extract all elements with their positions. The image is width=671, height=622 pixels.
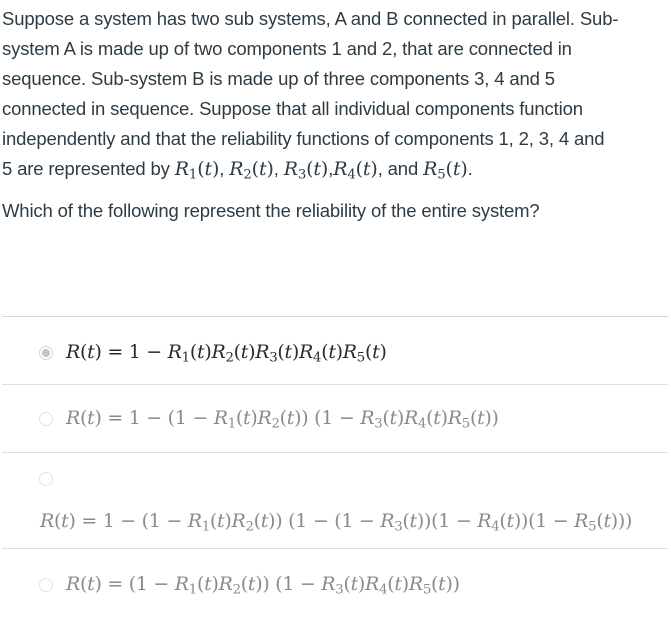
radio-button-selected[interactable] (39, 346, 53, 360)
question-line: 5 are represented by (2, 158, 175, 179)
answer-formula[interactable]: R(t) = 1 − (1 − R1(t)R2(t)) (1 − R3(t)R4… (66, 407, 499, 430)
question-line: Suppose a system has two sub systems, A … (2, 8, 619, 29)
question-line: independently and that the reliability f… (2, 128, 605, 149)
answer-formula[interactable]: R(t) = 1 − (1 − R1(t)R2(t)) (1 − (1 − R3… (40, 510, 632, 533)
question-paragraph: Suppose a system has two sub systems, A … (2, 4, 670, 184)
math-r4: R4(t) (333, 158, 378, 183)
question-text: Suppose a system has two sub systems, A … (2, 4, 670, 226)
answer-list: R(t) = 1 − R1(t)R2(t)R3(t)R4(t)R5(t) R(t… (2, 316, 668, 622)
answer-option-2[interactable]: R(t) = 1 − (1 − R1(t)R2(t)) (1 − R3(t)R4… (2, 384, 668, 452)
answer-option-4[interactable]: R(t) = (1 − R1(t)R2(t)) (1 − R3(t)R4(t)R… (2, 548, 668, 622)
answer-option-3[interactable]: R(t) = 1 − (1 − R1(t)R2(t)) (1 − (1 − R3… (2, 452, 668, 548)
math-r3: R3(t) (283, 158, 329, 183)
question-line: connected in sequence. Suppose that all … (2, 98, 583, 119)
separator: , (273, 158, 284, 179)
math-r5: R5(t) (423, 158, 468, 183)
question-prompt: Which of the following represent the rel… (2, 200, 540, 221)
answer-formula[interactable]: R(t) = (1 − R1(t)R2(t)) (1 − R3(t)R4(t)R… (66, 573, 460, 596)
separator: , and (377, 158, 424, 179)
radio-button[interactable] (39, 412, 53, 426)
radio-button[interactable] (39, 578, 53, 592)
answer-formula[interactable]: R(t) = 1 − R1(t)R2(t)R3(t)R4(t)R5(t) (66, 341, 387, 364)
answer-option-1[interactable]: R(t) = 1 − R1(t)R2(t)R3(t)R4(t)R5(t) (2, 316, 668, 384)
question-line: sequence. Sub-system B is made up of thr… (2, 68, 555, 89)
radio-button[interactable] (39, 472, 53, 486)
math-r2: R2(t) (229, 158, 274, 183)
math-r1: R1(t) (174, 158, 220, 183)
separator: , (219, 158, 230, 179)
separator: . (467, 158, 473, 179)
question-line: system A is made up of two components 1 … (2, 38, 572, 59)
